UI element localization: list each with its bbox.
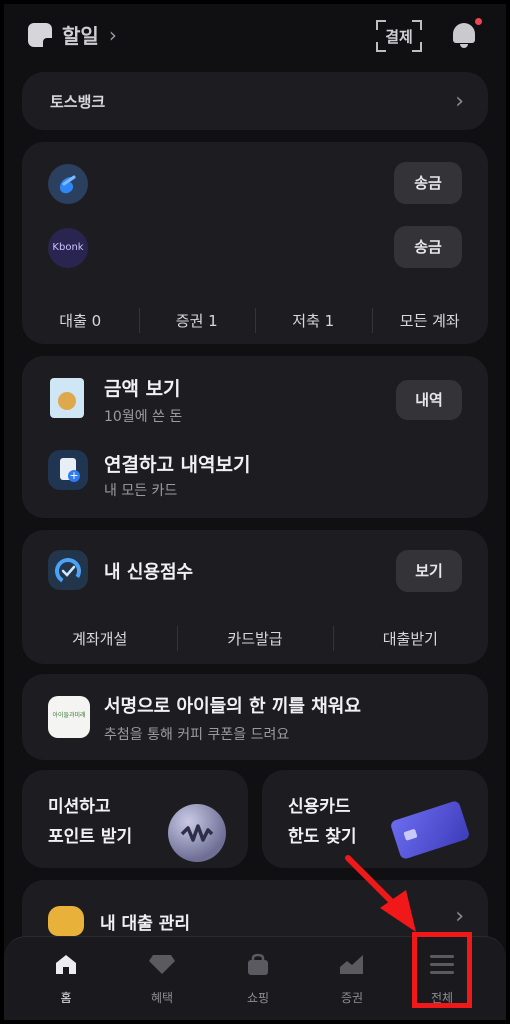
app-screen: 할일 › 결제 토스뱅크 › 송금 Kbonk 송금 대출 0 증권 1 저축 … [4,4,506,1020]
history-button[interactable]: 내역 [396,380,462,420]
top-bar: 할일 › 결제 [4,4,506,66]
nav-home[interactable]: 홈 [36,953,96,1006]
kbank-logo-icon: Kbonk [48,228,88,268]
credit-score-title[interactable]: 내 신용점수 [104,558,193,584]
card-image-icon [50,378,84,418]
limit-line2: 한도 찾기 [288,827,357,847]
tab-savings[interactable]: 저축 1 [255,308,372,333]
send-button-toss[interactable]: 송금 [394,162,462,204]
toss-bank-row[interactable]: 토스뱅크 › [22,72,488,130]
bell-icon [453,23,475,43]
nav-shopping-label: 쇼핑 [246,991,270,1005]
toss-logo-icon [48,164,88,204]
gauge-icon [48,550,88,590]
tab-stocks[interactable]: 증권 1 [138,308,256,333]
todo-title: 할일 [62,24,99,48]
tab-open-account[interactable]: 계좌개설 [22,628,177,649]
toss-bank-label: 토스뱅크 [50,92,106,111]
chevron-right-icon: › [108,22,117,47]
notification-button[interactable] [450,18,482,50]
loan-title: 내 대출 관리 [100,913,191,934]
connect-cards-subtitle: 내 모든 카드 [104,483,178,499]
notification-dot [475,18,482,25]
mission-line1: 미션하고 [48,797,111,817]
shopping-bag-icon [248,953,268,975]
add-card-icon[interactable]: + [48,450,88,490]
tab-issue-card[interactable]: 카드발급 [177,626,332,651]
stock-chart-icon [340,955,363,974]
note-icon [28,22,52,47]
spend-title[interactable]: 금액 보기 [104,374,181,401]
nav-benefits[interactable]: 혜택 [132,953,192,1006]
connect-cards-title[interactable]: 연결하고 내역보기 [104,450,250,477]
pay-button[interactable]: 결제 [376,20,422,52]
nav-stocks-label: 증권 [340,991,364,1005]
tab-loans[interactable]: 대출 0 [22,310,139,331]
view-credit-button[interactable]: 보기 [396,550,462,592]
promo-card[interactable]: 아이들과미래 서명으로 아이들의 한 끼를 채워요 추첨을 통해 커피 쿠폰을 … [22,674,488,760]
account-tabs: 대출 0 증권 1 저축 1 모든 계좌 [22,308,489,333]
coin-icon [168,804,226,862]
spend-subtitle: 10월에 쓴 돈 [104,409,183,425]
money-bag-icon [48,906,84,936]
todo-link[interactable]: 할일 › [28,20,117,49]
tab-all-accounts[interactable]: 모든 계좌 [371,308,489,333]
nav-benefits-label: 혜택 [150,991,174,1005]
nav-home-label: 홈 [60,991,72,1005]
credit-tabs: 계좌개설 카드발급 대출받기 [22,626,488,651]
promo-subtitle: 추첨을 통해 커피 쿠폰을 드려요 [104,727,290,743]
promo-title: 서명으로 아이들의 한 끼를 채워요 [104,696,361,717]
pay-label: 결제 [385,28,413,46]
nav-stocks[interactable]: 증권 [322,953,382,1006]
mission-points-card[interactable]: 미션하고 포인트 받기 [22,770,248,868]
send-button-kbank[interactable]: 송금 [394,226,462,268]
card-spending-card: 금액 보기 10월에 쓴 돈 내역 + 연결하고 내역보기 내 모든 카드 [22,356,488,518]
chevron-right-icon: › [455,88,464,114]
mission-line2: 포인트 받기 [48,827,133,847]
home-icon [56,955,76,974]
tab-get-loan[interactable]: 대출받기 [332,626,488,651]
accounts-card: 송금 Kbonk 송금 대출 0 증권 1 저축 1 모든 계좌 [22,142,488,344]
charity-logo-icon: 아이들과미래 [48,696,90,738]
limit-line1: 신용카드 [288,797,351,817]
annotation-highlight-box [412,932,472,1008]
chevron-right-icon: › [455,904,464,929]
diamond-icon [149,955,175,974]
nav-shopping[interactable]: 쇼핑 [228,953,288,1006]
credit-score-card: 내 신용점수 보기 계좌개설 카드발급 대출받기 [22,530,488,664]
